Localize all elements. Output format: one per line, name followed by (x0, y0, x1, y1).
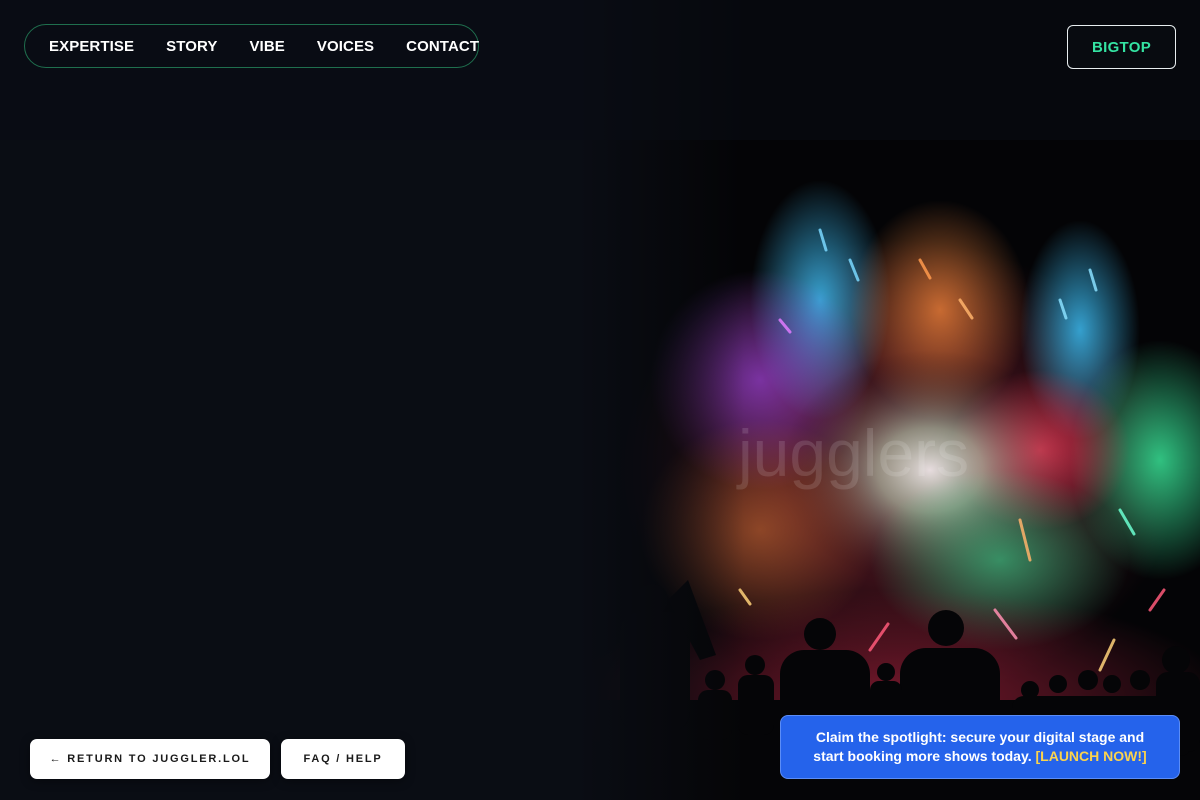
hero-watermark-text: jugglers (736, 416, 969, 490)
fireworks-hero-image: jugglers (0, 0, 1200, 800)
promo-banner[interactable]: Claim the spotlight: secure your digital… (780, 715, 1180, 779)
brand-logo-button[interactable]: BIGTOP (1067, 25, 1176, 69)
promo-cta-link[interactable]: [LAUNCH NOW!] (1036, 748, 1147, 764)
faq-help-button[interactable]: FAQ / HELP (281, 739, 405, 779)
main-navigation: EXPERTISE STORY VIBE VOICES CONTACT (24, 24, 479, 68)
return-to-site-button[interactable]: ← RETURN TO JUGGLER.LOL (30, 739, 270, 779)
nav-link-voices[interactable]: VOICES (317, 38, 374, 55)
nav-link-expertise[interactable]: EXPERTISE (49, 38, 134, 55)
nav-link-vibe[interactable]: VIBE (249, 38, 284, 55)
nav-link-story[interactable]: STORY (166, 38, 217, 55)
nav-link-contact[interactable]: CONTACT (406, 38, 479, 55)
